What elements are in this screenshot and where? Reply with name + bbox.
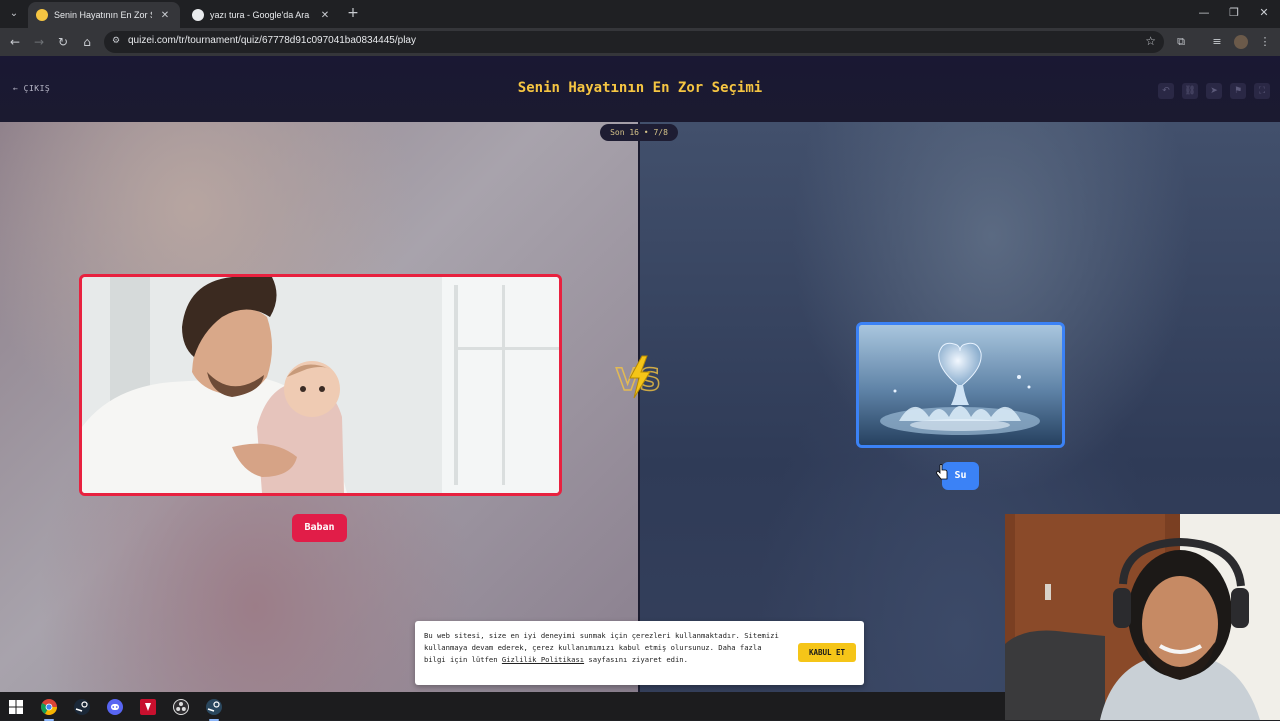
browser-toolbar: ← → ↻ ⌂ ⚙ quizei.com/tr/tournament/quiz/… — [0, 28, 1280, 56]
cookie-message: Bu web sitesi, size en iyi deneyimi sunm… — [424, 630, 786, 666]
forward-arrow-icon[interactable]: → — [30, 33, 48, 51]
mouse-hand-cursor-icon — [936, 464, 948, 480]
tab-search-icon[interactable]: ⌄ — [4, 4, 24, 24]
home-icon[interactable]: ⌂ — [78, 33, 96, 51]
app-red-icon[interactable] — [137, 696, 159, 718]
back-arrow-icon[interactable]: ← — [6, 33, 24, 51]
privacy-policy-link[interactable]: Gizlilik Politikası — [502, 655, 584, 664]
fullscreen-icon[interactable]: ⛶ — [1254, 83, 1270, 99]
site-header: ← ÇIKIŞ Senin Hayatının En Zor Seçimi ↶ … — [0, 56, 1280, 122]
undo-icon[interactable]: ↶ — [1158, 83, 1174, 99]
bookmark-star-icon[interactable]: ☆ — [1145, 34, 1156, 48]
share-link-icon[interactable]: ⛓ — [1182, 83, 1198, 99]
quizei-favicon-icon — [36, 9, 48, 21]
windows-taskbar — [0, 692, 1005, 721]
steam-icon[interactable] — [71, 696, 93, 718]
browser-tab-bar: ⌄ Senin Hayatının En Zor Seçimi - ✕ yazı… — [0, 0, 1280, 28]
left-choice-card[interactable] — [79, 274, 562, 496]
reload-icon[interactable]: ↻ — [54, 33, 72, 51]
versus-lightning-icon: VS — [615, 355, 662, 399]
close-window-icon[interactable]: ✕ — [1254, 6, 1274, 19]
steam-app-icon[interactable] — [203, 696, 225, 721]
close-tab-icon[interactable]: ✕ — [158, 10, 172, 21]
father-baby-image — [82, 277, 559, 493]
close-tab-icon[interactable]: ✕ — [318, 10, 332, 21]
discord-icon[interactable] — [104, 696, 126, 718]
page-title: Senin Hayatının En Zor Seçimi — [517, 80, 763, 96]
right-choice-card[interactable] — [856, 322, 1065, 448]
streamer-webcam-image — [1005, 514, 1280, 720]
site-info-icon[interactable]: ⚙ — [112, 36, 124, 48]
media-playlist-icon[interactable]: ≡ — [1208, 33, 1226, 51]
google-favicon-icon — [192, 9, 204, 21]
browser-tab-active[interactable]: Senin Hayatının En Zor Seçimi - ✕ — [28, 2, 180, 28]
chrome-icon[interactable] — [38, 696, 60, 721]
windows-start-icon[interactable] — [5, 696, 27, 718]
profile-avatar[interactable] — [1234, 35, 1248, 49]
browser-tab[interactable]: yazı tura - Google'da Ara ✕ — [184, 2, 340, 28]
cookie-text-end: sayfasını ziyaret edin. — [584, 655, 688, 664]
accept-cookies-button[interactable]: KABUL ET — [798, 643, 856, 662]
restore-window-icon[interactable]: ❐ — [1224, 6, 1244, 19]
cookie-consent-banner: Bu web sitesi, size en iyi deneyimi sunm… — [415, 621, 864, 685]
webcam-overlay — [1005, 514, 1280, 720]
send-icon[interactable]: ➤ — [1206, 83, 1222, 99]
left-choice-button[interactable]: Baban — [292, 514, 347, 542]
new-tab-plus-icon[interactable]: + — [345, 5, 361, 21]
tab-title: Senin Hayatının En Zor Seçimi - — [54, 10, 152, 20]
url-text: quizei.com/tr/tournament/quiz/67778d91c0… — [128, 35, 416, 46]
tab-title: yazı tura - Google'da Ara — [210, 10, 310, 20]
report-flag-icon[interactable]: ⚑ — [1230, 83, 1246, 99]
address-bar[interactable]: ⚙ quizei.com/tr/tournament/quiz/67778d91… — [104, 31, 1164, 53]
center-divider — [638, 122, 640, 692]
round-indicator: Son 16 • 7/8 — [600, 124, 678, 141]
water-heart-image — [859, 325, 1062, 445]
extensions-puzzle-icon[interactable]: ⧉ — [1172, 33, 1190, 51]
more-menu-icon[interactable]: ⋮ — [1256, 33, 1274, 51]
obs-icon[interactable] — [170, 696, 192, 718]
minimize-window-icon[interactable]: — — [1194, 6, 1214, 19]
